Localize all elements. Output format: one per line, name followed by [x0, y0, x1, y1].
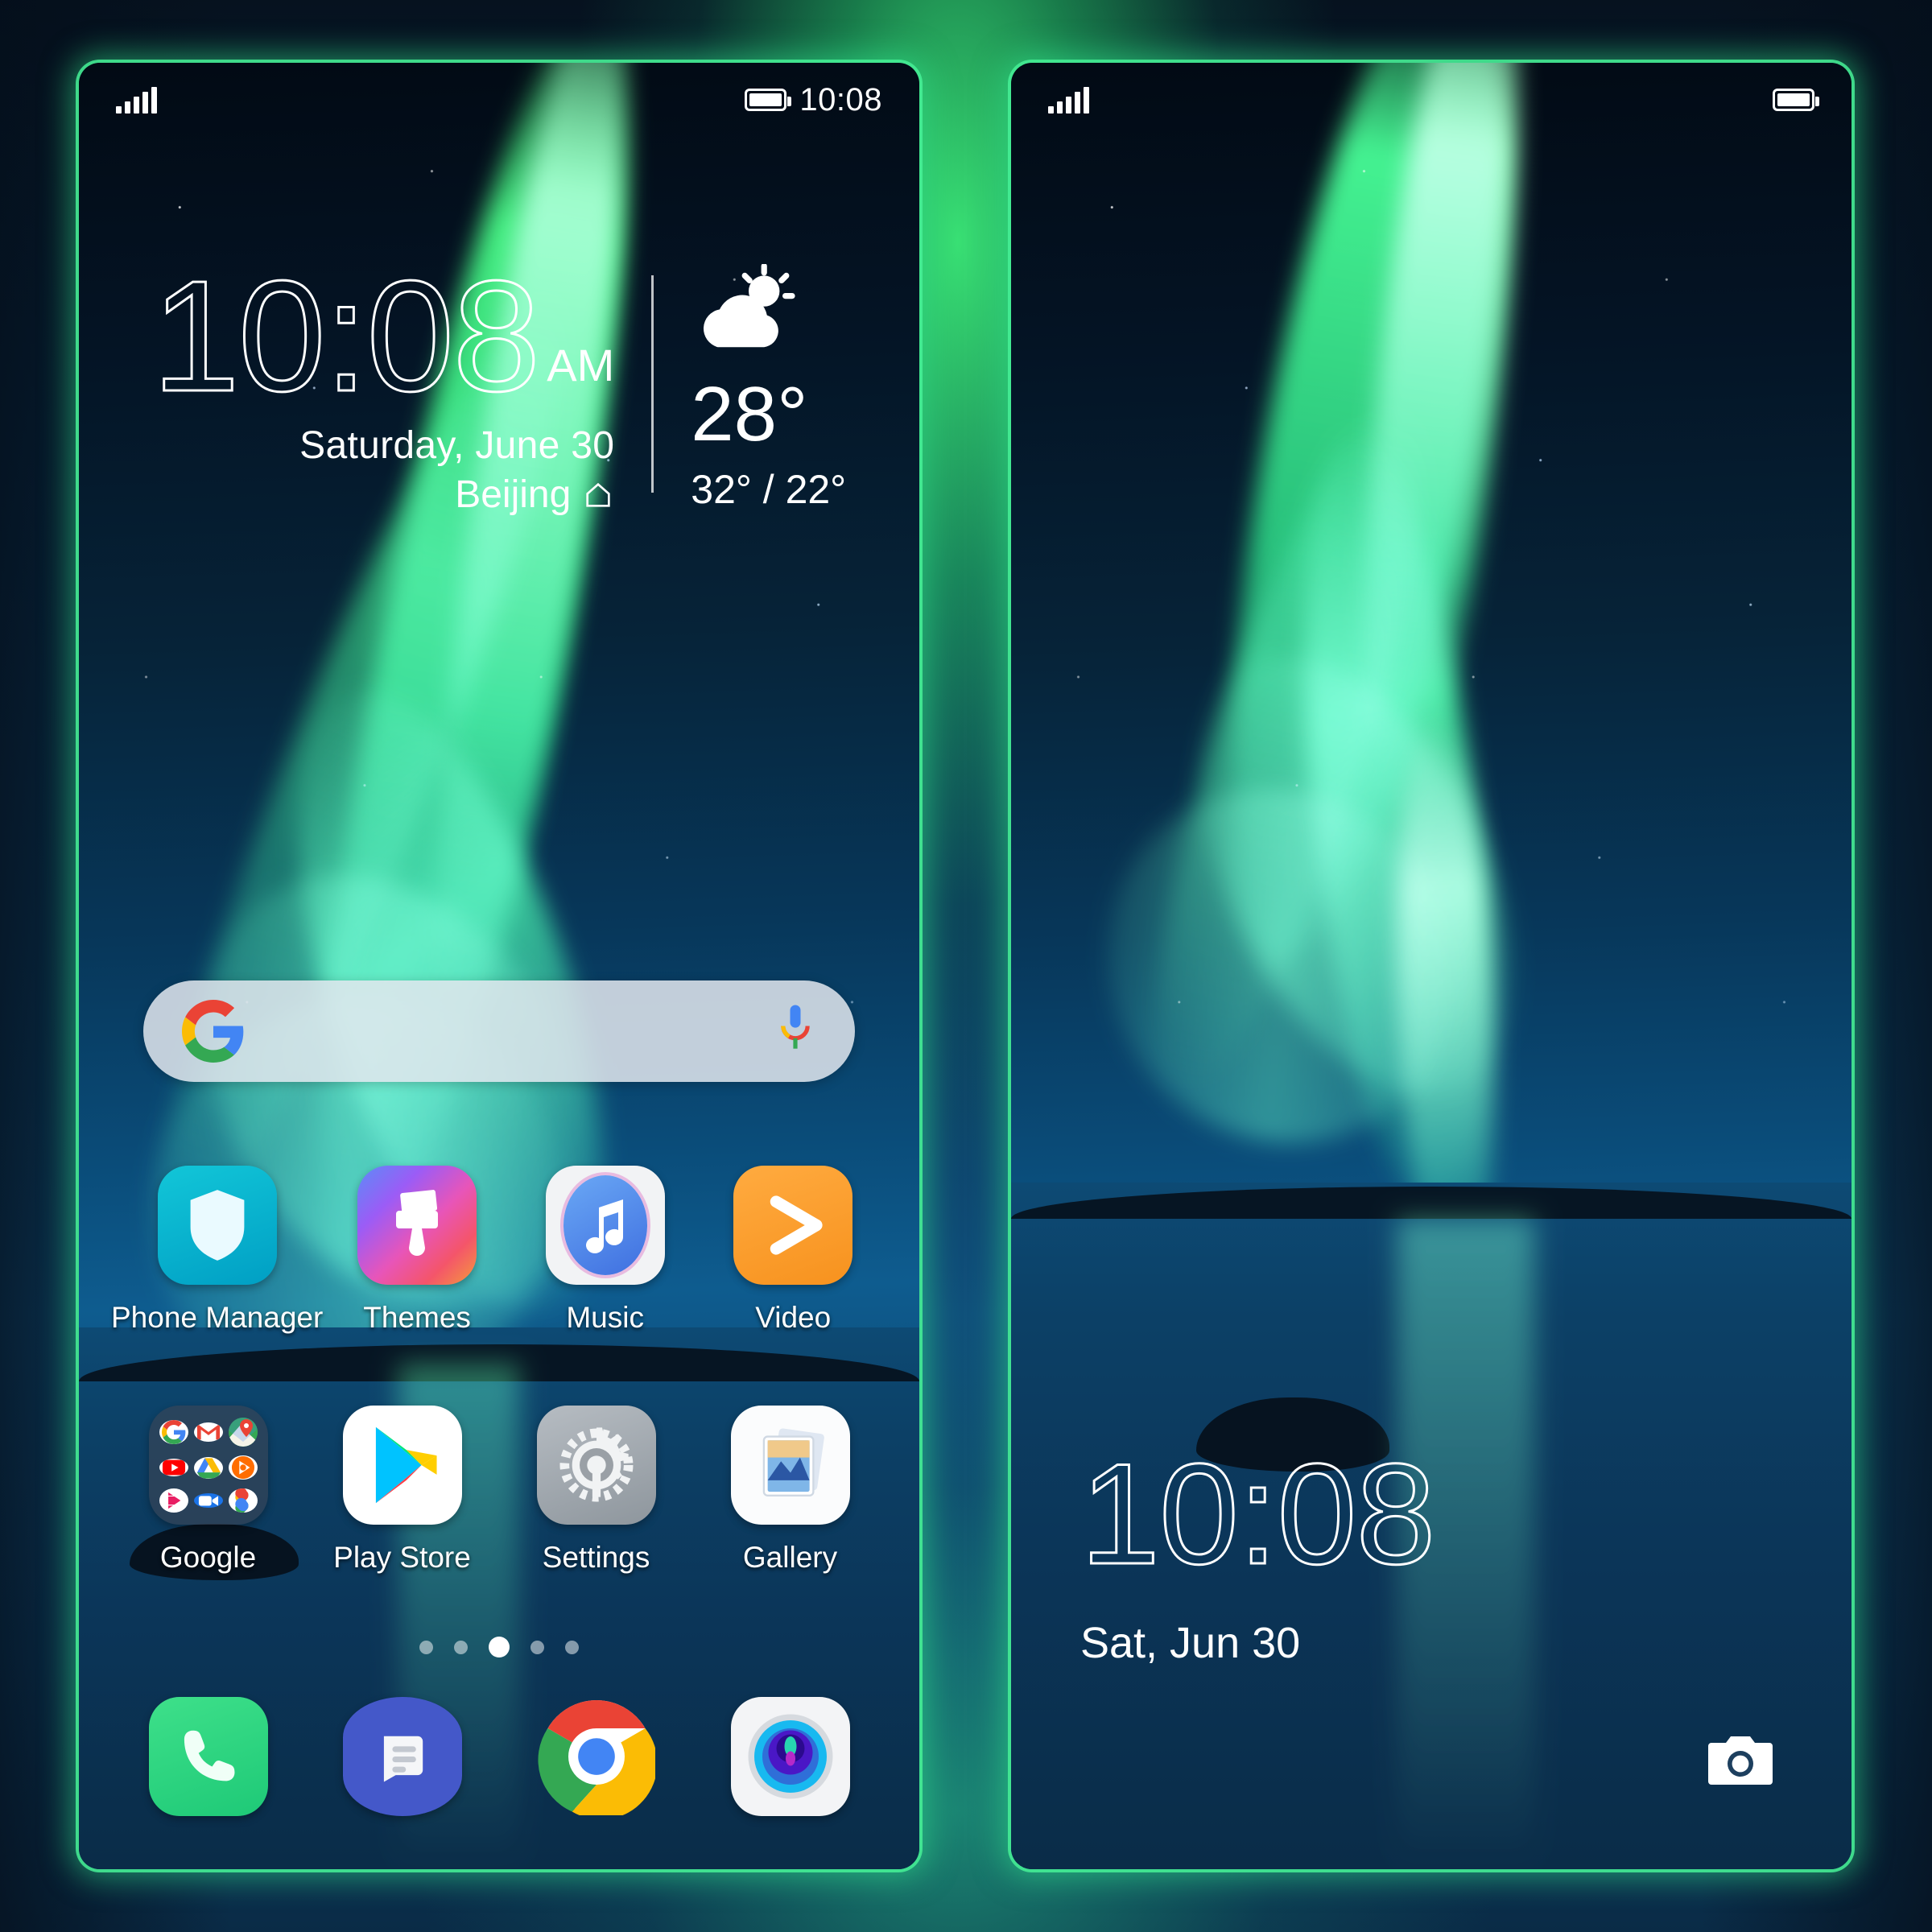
dock-camera[interactable] [693, 1697, 887, 1816]
app-label: Gallery [742, 1541, 838, 1574]
partly-cloudy-icon [704, 262, 795, 348]
clock-city: Beijing [152, 473, 614, 517]
shield-icon [157, 1166, 277, 1285]
signal-bars-icon [116, 86, 157, 114]
folder-app-youtube [159, 1459, 188, 1476]
app-row-2: Google Play Store Settings Gallery [111, 1406, 887, 1575]
app-label: Video [755, 1301, 832, 1334]
app-phone-manager[interactable]: Phone Manager [111, 1166, 323, 1335]
page-dot[interactable] [454, 1640, 468, 1654]
lock-time: 10:08 [1079, 1434, 1436, 1594]
weather-temperature: 28° [691, 371, 808, 457]
clock-date: Saturday, June 30 [299, 424, 615, 468]
app-label: Play Store [333, 1541, 471, 1574]
folder-app-google [159, 1420, 188, 1444]
dock-chrome[interactable] [499, 1697, 693, 1816]
clock-time: 10:08 [151, 248, 541, 424]
weather-widget[interactable]: 28° 32° / 22° [654, 262, 847, 513]
app-label: Phone Manager [111, 1301, 324, 1334]
folder-app-photos [228, 1488, 258, 1513]
folder-app-gmail [193, 1422, 223, 1442]
dock-messages[interactable] [305, 1697, 499, 1816]
clock-widget[interactable]: 10:08 AM Saturday, June 30 Beijing [151, 248, 651, 517]
page-dot-active[interactable] [489, 1637, 510, 1657]
app-settings[interactable]: Settings [499, 1406, 693, 1575]
folder-app-duo [193, 1493, 223, 1508]
folder-app-maps [228, 1418, 258, 1447]
message-bubble-icon [342, 1697, 462, 1816]
page-dot[interactable] [565, 1640, 579, 1654]
play-triangle-icon [733, 1166, 853, 1285]
app-label: Google [159, 1541, 257, 1574]
google-search-bar[interactable] [143, 980, 855, 1082]
app-play-store[interactable]: Play Store [305, 1406, 499, 1575]
google-logo-icon [182, 1000, 244, 1063]
lock-clock: 10:08 Sat, Jun 30 [1079, 1434, 1436, 1668]
app-label: Themes [363, 1301, 471, 1334]
app-video[interactable]: Video [699, 1166, 887, 1335]
folder-app-drive [193, 1456, 223, 1479]
play-store-icon [342, 1406, 462, 1525]
paintbrush-icon [357, 1166, 477, 1285]
battery-icon [745, 89, 792, 111]
page-dot[interactable] [419, 1640, 433, 1654]
clock-ampm: AM [547, 340, 615, 390]
dock-phone[interactable] [111, 1697, 305, 1816]
app-label: Music [566, 1301, 644, 1334]
home-icon [586, 482, 610, 507]
google-folder-icon [148, 1406, 268, 1525]
folder-app-play-movies [159, 1488, 188, 1513]
signal-bars-icon [1048, 86, 1089, 114]
dock [111, 1697, 887, 1816]
music-note-icon [545, 1166, 665, 1285]
app-google-folder[interactable]: Google [111, 1406, 305, 1575]
status-bar-time: 10:08 [799, 81, 882, 118]
app-label: Settings [542, 1541, 650, 1574]
battery-icon [1773, 89, 1819, 111]
camera-icon [1708, 1736, 1773, 1785]
lock-date: Sat, Jun 30 [1080, 1619, 1301, 1667]
camera-shortcut-button[interactable] [1707, 1730, 1774, 1792]
chrome-icon [537, 1697, 656, 1816]
gear-icon [536, 1406, 656, 1525]
photos-stack-icon [730, 1406, 850, 1525]
status-bar [1011, 63, 1852, 137]
app-row-1: Phone Manager Themes Music Video [111, 1166, 887, 1335]
clock-city-label: Beijing [455, 473, 572, 517]
camera-lens-icon [730, 1697, 850, 1816]
phone-right-lock-screen: 10:08 Sat, Jun 30 [1011, 63, 1852, 1869]
weather-range: 32° / 22° [691, 467, 847, 512]
microphone-icon[interactable] [774, 1001, 816, 1061]
app-themes[interactable]: Themes [323, 1166, 511, 1335]
page-dot[interactable] [530, 1640, 544, 1654]
page-indicator[interactable] [79, 1637, 919, 1657]
app-gallery[interactable]: Gallery [693, 1406, 887, 1575]
folder-app-play-music [228, 1455, 258, 1480]
phone-handset-icon [148, 1697, 268, 1816]
status-bar: 10:08 [79, 63, 919, 137]
app-music[interactable]: Music [511, 1166, 700, 1335]
clock-weather-widget[interactable]: 10:08 AM Saturday, June 30 Beijing 28° 3… [79, 248, 919, 517]
phone-left-home-screen: 10:08 10:08AM Saturday, June 30 Beijing [79, 63, 919, 1869]
